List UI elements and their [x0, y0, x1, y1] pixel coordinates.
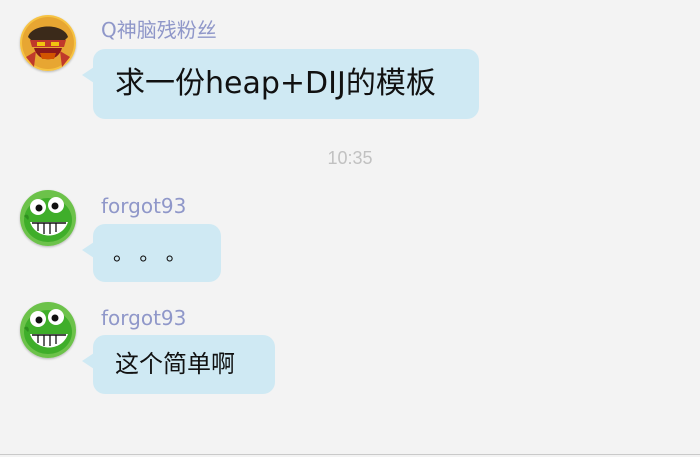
green-dinosaur-avatar-icon[interactable]	[20, 302, 76, 358]
sender-name: forgot93	[101, 194, 187, 218]
message-bubble: 求一份heap+DIJ的模板	[82, 49, 479, 119]
sender-name: Q神脑残粉丝	[101, 18, 217, 42]
sender-name: forgot93	[101, 306, 187, 330]
divider	[0, 454, 700, 455]
message-bubble: 。 。 。	[82, 224, 221, 282]
warrior-avatar-icon[interactable]	[20, 15, 76, 71]
green-dinosaur-avatar-icon[interactable]	[20, 190, 76, 246]
chat-transcript: Q神脑残粉丝 求一份heap+DIJ的模板 10:35 forgot93 。 。…	[0, 0, 700, 457]
message-bubble: 这个简单啊	[82, 335, 275, 394]
timestamp: 10:35	[327, 148, 373, 168]
